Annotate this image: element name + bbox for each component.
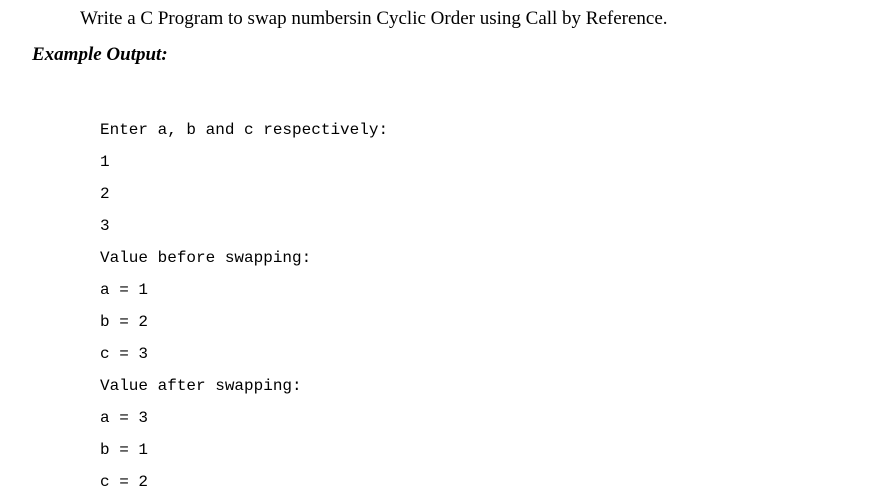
output-before-c: c = 3 [100,345,148,363]
output-after-label: Value after swapping: [100,377,302,395]
question-title: Write a C Program to swap numbersin Cycl… [80,8,872,30]
output-after-c: c = 2 [100,473,148,491]
output-before-a: a = 1 [100,281,148,299]
example-output-text: Example Output: [32,44,168,65]
output-before-label: Value before swapping: [100,249,311,267]
program-output: Enter a, b and c respectively: 1 2 3 Val… [100,82,872,498]
output-prompt: Enter a, b and c respectively: [100,121,388,139]
output-input-1: 1 [100,153,110,171]
output-input-2: 2 [100,185,110,203]
output-after-a: a = 3 [100,409,148,427]
output-before-b: b = 2 [100,313,148,331]
example-output-label: Example Output: [32,44,872,66]
output-input-3: 3 [100,217,110,235]
output-after-b: b = 1 [100,441,148,459]
